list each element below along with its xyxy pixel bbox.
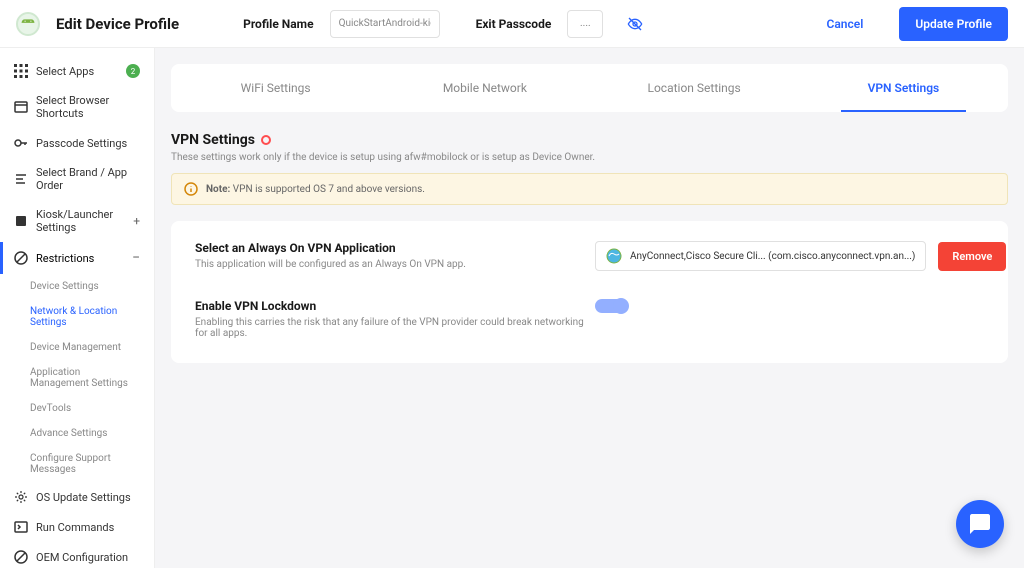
toggle-knob [613,298,629,314]
sidebar-subitem-device-settings[interactable]: Device Settings [0,274,154,299]
tab-mobile-network[interactable]: Mobile Network [380,64,589,112]
setting-desc: This application will be configured as a… [195,259,595,270]
profile-name-input[interactable] [330,10,440,38]
tab-location-settings[interactable]: Location Settings [590,64,799,112]
section-header: VPN Settings [171,132,1008,148]
cancel-button[interactable]: Cancel [826,17,863,31]
list-icon [14,172,28,186]
sidebar-item-label: OEM Configuration [36,551,128,564]
sidebar-item-label: Kiosk/Launcher Settings [36,208,125,234]
gear-icon [14,490,28,504]
vpn-app-select[interactable]: AnyConnect,Cisco Secure Cli... (com.cisc… [595,241,926,271]
sidebar-item-label: Run Commands [36,521,114,534]
info-icon [184,182,198,196]
app-logo [16,12,40,36]
tab-wifi-settings[interactable]: WiFi Settings [171,64,380,112]
collapse-icon[interactable]: − [132,250,140,266]
sidebar-item-label: OS Update Settings [36,491,131,504]
setting-vpn-lockdown: Enable VPN Lockdown Enabling this carrie… [195,299,984,339]
setting-always-on-vpn: Select an Always On VPN Application This… [195,241,984,271]
indicator-dot-icon [261,135,271,145]
chat-fab-button[interactable] [956,500,1004,548]
block-icon [14,550,28,564]
sidebar-subitems: Device Settings Network & Location Setti… [0,274,154,482]
sidebar-item-select-apps[interactable]: Select Apps 2 [0,56,154,86]
launcher-icon [14,214,28,228]
sidebar: Select Apps 2 Select Browser Shortcuts P… [0,48,155,568]
setting-desc: Enabling this carries the risk that any … [195,317,595,339]
content-area: WiFi Settings Mobile Network Location Se… [155,48,1024,568]
setting-title: Enable VPN Lockdown [195,299,595,313]
sidebar-item-passcode[interactable]: Passcode Settings [0,128,154,158]
selected-app-name: AnyConnect,Cisco Secure Cli... (com.cisc… [630,251,915,262]
page-title: Edit Device Profile [56,15,179,33]
note-text: Note: VPN is supported OS 7 and above ve… [206,184,425,195]
topbar: Edit Device Profile Profile Name Exit Pa… [0,0,1024,48]
sidebar-item-badge: 2 [126,64,140,78]
sidebar-subitem-support-messages[interactable]: Configure Support Messages [0,446,154,482]
grid-icon [14,64,28,78]
sidebar-item-brand-app-order[interactable]: Select Brand / App Order [0,158,154,200]
settings-card: Select an Always On VPN Application This… [171,221,1008,363]
update-profile-button[interactable]: Update Profile [899,7,1008,41]
section-subtitle: These settings work only if the device i… [171,152,1008,163]
sidebar-item-label: Select Apps [36,65,94,78]
sidebar-item-label: Passcode Settings [36,137,127,150]
sidebar-item-kiosk-launcher[interactable]: Kiosk/Launcher Settings + [0,200,154,242]
block-icon [14,251,28,265]
sidebar-subitem-device-management[interactable]: Device Management [0,335,154,360]
sidebar-item-label: Select Brand / App Order [36,166,140,192]
key-icon [14,136,28,150]
vpn-lockdown-toggle[interactable] [595,299,627,313]
app-icon [606,248,622,264]
sidebar-subitem-network-location[interactable]: Network & Location Settings [0,299,154,335]
sidebar-item-label: Restrictions [36,252,94,265]
expand-icon[interactable]: + [133,214,140,228]
setting-title: Select an Always On VPN Application [195,241,595,255]
profile-name-label: Profile Name [243,17,313,31]
window-icon [14,100,28,114]
terminal-icon [14,520,28,534]
sidebar-item-restrictions[interactable]: Restrictions − [0,242,154,274]
exit-passcode-label: Exit Passcode [476,17,552,31]
tabs-bar: WiFi Settings Mobile Network Location Se… [171,64,1008,112]
sidebar-subitem-advance-settings[interactable]: Advance Settings [0,421,154,446]
sidebar-subitem-app-management[interactable]: Application Management Settings [0,360,154,396]
remove-app-button[interactable]: Remove [938,242,1006,271]
sidebar-item-label: Select Browser Shortcuts [36,94,140,120]
toggle-passcode-visibility-icon[interactable] [623,12,647,36]
sidebar-item-oem-config[interactable]: OEM Configuration [0,542,154,568]
sidebar-item-run-commands[interactable]: Run Commands [0,512,154,542]
sidebar-subitem-devtools[interactable]: DevTools [0,396,154,421]
exit-passcode-field[interactable]: .... [567,10,603,38]
section-title: VPN Settings [171,132,255,148]
sidebar-item-browser-shortcuts[interactable]: Select Browser Shortcuts [0,86,154,128]
tab-vpn-settings[interactable]: VPN Settings [799,64,1008,112]
note-banner: Note: VPN is supported OS 7 and above ve… [171,173,1008,205]
sidebar-item-os-update[interactable]: OS Update Settings [0,482,154,512]
